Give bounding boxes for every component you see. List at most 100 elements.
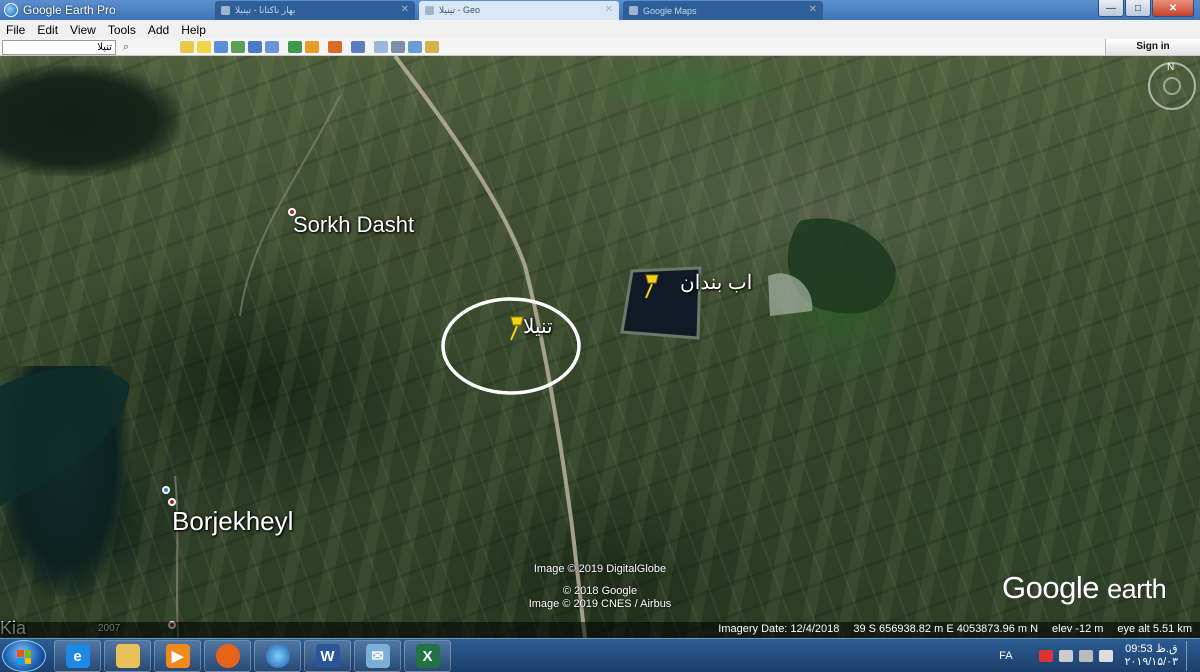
place-marker-blue[interactable]: [162, 486, 170, 494]
background-tab-1[interactable]: بهار ناکتانا - تینیلا ✕: [215, 1, 415, 20]
menu-edit[interactable]: Edit: [31, 23, 64, 37]
media-player-icon: ▶: [165, 644, 190, 668]
sign-in-button[interactable]: Sign in: [1105, 39, 1200, 55]
map-view[interactable]: Sorkh Dasht Borjekheyl اب بندان تنیلا Ki…: [0, 56, 1200, 638]
historical-imagery-icon[interactable]: [288, 41, 302, 53]
tab-label: Google Maps: [643, 5, 697, 16]
eye-altitude-readout: eye alt 5.51 km: [1117, 623, 1192, 635]
tab-label: بهار ناکتانا - تینیلا: [235, 5, 296, 15]
view-in-maps-icon[interactable]: [425, 41, 439, 53]
menu-tools[interactable]: Tools: [102, 23, 142, 37]
search-icon[interactable]: ⌕: [119, 40, 133, 54]
label-borjekheyl[interactable]: Borjekheyl: [172, 506, 293, 537]
clock[interactable]: 09:53 ق.ظ ۲۰۱۹/۱۵/۰۳: [1125, 643, 1178, 669]
imagery-credits: Image © 2019 DigitalGlobe © 2018 Google …: [510, 563, 690, 611]
tab-close-icon[interactable]: ✕: [605, 4, 613, 15]
tab-close-icon[interactable]: ✕: [401, 4, 409, 15]
label-sorkh-dasht[interactable]: Sorkh Dasht: [293, 212, 414, 238]
excel-icon: X: [415, 644, 440, 668]
menu-help[interactable]: Help: [175, 23, 212, 37]
logo-earth-text: earth: [1107, 574, 1167, 604]
place-marker-borjekheyl[interactable]: [168, 498, 176, 506]
firefox-button[interactable]: [204, 640, 251, 672]
imagery-date: Imagery Date: 12/4/2018: [718, 623, 840, 635]
menu-file[interactable]: File: [0, 23, 31, 37]
network-warning-icon[interactable]: [1038, 650, 1053, 662]
google-earth-icon: [265, 644, 290, 668]
add-placemark-icon[interactable]: [197, 41, 211, 53]
save-image-icon[interactable]: [408, 41, 422, 53]
logo-google-text: Google: [1002, 570, 1099, 605]
system-tray: FA 09:53 ق.ظ ۲۰۱۹/۱۵/۰۳: [999, 641, 1196, 671]
map-overlay-svg: [0, 56, 896, 638]
credit-line: © 2018 Google: [562, 585, 638, 597]
pushpin-tenela-icon: [510, 316, 524, 341]
network-icon[interactable]: [1078, 650, 1093, 662]
elevation-readout: elev -12 m: [1052, 623, 1104, 635]
google-earth-button[interactable]: [254, 640, 301, 672]
print-icon[interactable]: [391, 41, 405, 53]
tab-favicon-icon: [425, 6, 434, 15]
title-bar: Google Earth Pro بهار ناکتانا - تینیلا ✕…: [0, 0, 1200, 20]
add-path-icon[interactable]: [231, 41, 245, 53]
maximize-button[interactable]: □: [1125, 0, 1151, 17]
tray-app-icon[interactable]: [1058, 650, 1073, 662]
internet-explorer-icon: e: [65, 644, 90, 668]
cursor-coordinates: 39 S 656938.82 m E 4053873.96 m N: [853, 623, 1039, 635]
minimize-button[interactable]: —: [1098, 0, 1124, 17]
windows-logo-icon: [17, 650, 31, 664]
outlook-button[interactable]: ✉: [354, 640, 401, 672]
look-joystick-icon[interactable]: [1163, 77, 1181, 95]
pinned-apps: e ▶ W ✉ X: [54, 640, 454, 672]
google-earth-logo: Google earth: [1002, 570, 1167, 606]
tab-label: تینیلا - Geo: [439, 5, 481, 15]
sunlight-icon[interactable]: [305, 41, 319, 53]
word-icon: W: [315, 644, 340, 668]
tab-favicon-icon: [221, 6, 230, 15]
tab-close-icon[interactable]: ✕: [809, 4, 817, 15]
window-title: Google Earth Pro: [23, 3, 116, 17]
volume-icon[interactable]: [1098, 650, 1113, 662]
menu-bar: File Edit View Tools Add Help: [0, 20, 1200, 39]
clock-date: ۲۰۱۹/۱۵/۰۳: [1124, 656, 1178, 668]
side-road: [239, 95, 341, 317]
menu-add[interactable]: Add: [142, 23, 175, 37]
toolbar-icons: [180, 41, 442, 53]
email-icon[interactable]: [374, 41, 388, 53]
compass-north-label: N: [1167, 62, 1175, 73]
ruler-icon[interactable]: [351, 41, 365, 53]
firefox-icon: [215, 644, 240, 668]
add-image-overlay-icon[interactable]: [248, 41, 262, 53]
main-road: [393, 56, 587, 638]
media-player-button[interactable]: ▶: [154, 640, 201, 672]
navigation-compass-icon[interactable]: N: [1148, 62, 1196, 110]
switch-planet-icon[interactable]: [328, 41, 342, 53]
file-explorer-button[interactable]: [104, 640, 151, 672]
add-polygon-icon[interactable]: [214, 41, 228, 53]
close-button[interactable]: ✕: [1152, 0, 1194, 17]
clock-time: 09:53 ق.ظ: [1125, 643, 1178, 655]
start-button[interactable]: [2, 640, 46, 672]
language-indicator[interactable]: FA: [999, 650, 1012, 662]
browser-tab-strip: بهار ناکتانا - تینیلا ✕ تینیلا - Geo ✕ G…: [215, 1, 827, 20]
windows-taskbar: e ▶ W ✉ X FA 09:53 ق.ظ ۲۰۱۹/۱۵/۰۳: [0, 638, 1200, 672]
credit-line: Image © 2019 CNES / Airbus: [528, 598, 672, 610]
search-input[interactable]: تنیلا: [2, 40, 116, 55]
record-tour-icon[interactable]: [265, 41, 279, 53]
toolbar: تنیلا ⌕ Sign in: [0, 39, 1200, 56]
label-tenela[interactable]: تنیلا: [523, 314, 553, 339]
word-button[interactable]: W: [304, 640, 351, 672]
outlook-icon: ✉: [365, 644, 390, 668]
credit-line: Image © 2019 DigitalGlobe: [533, 563, 667, 575]
label-ab-bandan[interactable]: اب بندان: [680, 270, 752, 295]
map-status-bar: Imagery Date: 12/4/2018 39 S 656938.82 m…: [0, 622, 1200, 638]
menu-view[interactable]: View: [64, 23, 102, 37]
excel-button[interactable]: X: [404, 640, 451, 672]
background-tab-3[interactable]: Google Maps ✕: [623, 1, 823, 20]
background-tab-2[interactable]: تینیلا - Geo ✕: [419, 1, 619, 20]
internet-explorer-button[interactable]: e: [54, 640, 101, 672]
window-controls: — □ ✕: [1097, 0, 1194, 17]
show-desktop-button[interactable]: [1186, 641, 1196, 671]
hide-sidebar-icon[interactable]: [180, 41, 194, 53]
google-earth-app-icon: [4, 3, 18, 17]
